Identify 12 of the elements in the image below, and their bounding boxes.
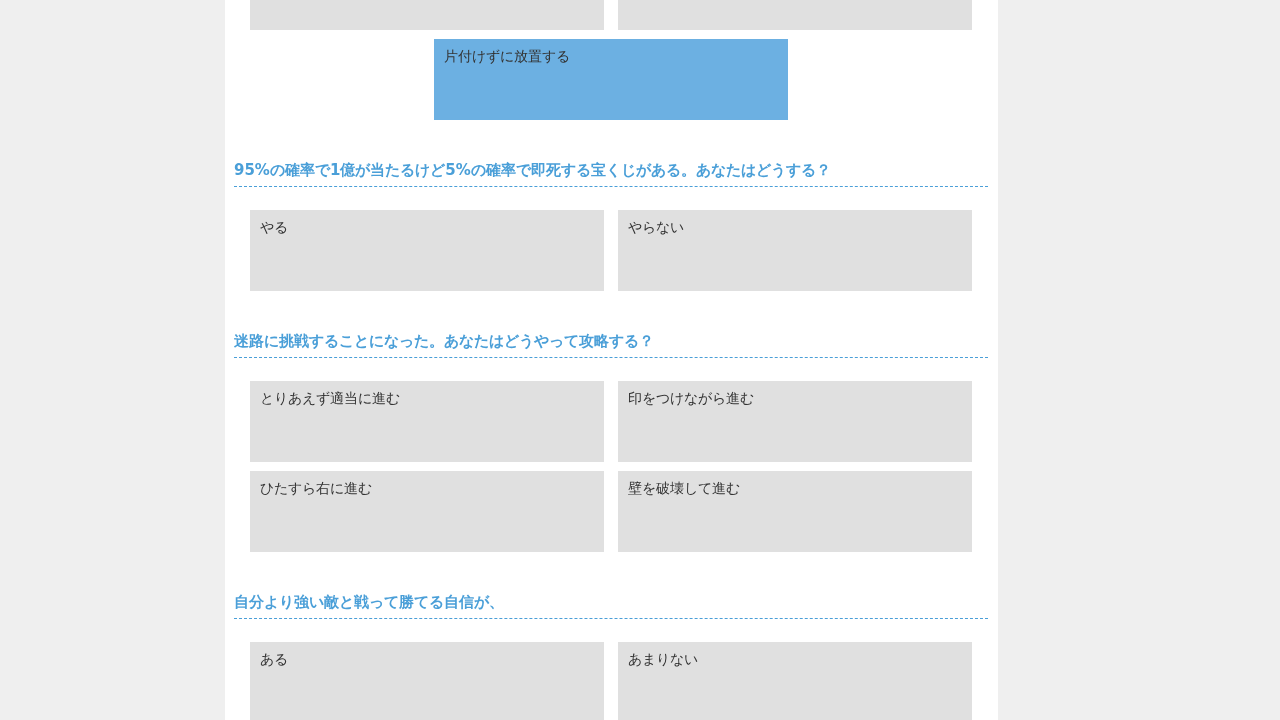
- question-heading: 95%の確率で1億が当たるけど5%の確率で即死する宝くじがある。あなたはどうする？: [234, 160, 988, 187]
- answer-option[interactable]: やる: [250, 210, 604, 291]
- question-heading: 自分より強い敵と戦って勝てる自信が、: [234, 592, 988, 619]
- answer-option[interactable]: とりあえず適当に進む: [250, 381, 604, 462]
- answer-option[interactable]: 印をつけながら進む: [618, 381, 972, 462]
- answer-option[interactable]: 片付けずに放置する: [434, 39, 788, 120]
- answer-option[interactable]: やらない: [618, 210, 972, 291]
- answer-option[interactable]: あまりない: [618, 642, 972, 720]
- answer-option[interactable]: 壁を破壊して進む: [618, 471, 972, 552]
- question-heading: 迷路に挑戦することになった。あなたはどうやって攻略する？: [234, 331, 988, 358]
- answer-option[interactable]: ひたすら右に進む: [250, 471, 604, 552]
- answer-option[interactable]: ある: [250, 642, 604, 720]
